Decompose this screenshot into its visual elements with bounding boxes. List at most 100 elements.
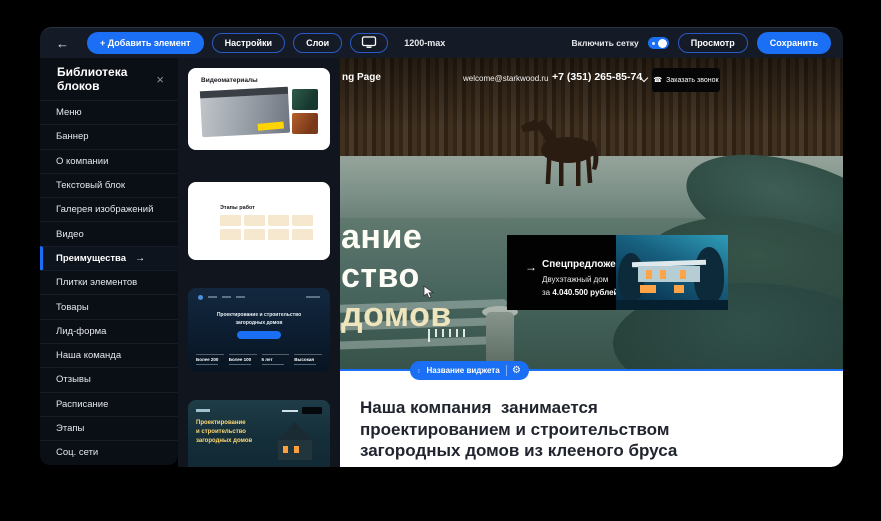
sidebar-item-video[interactable]: Видео <box>40 221 178 245</box>
stat-subtext <box>262 364 284 366</box>
house-photo <box>616 235 728 310</box>
stat-subtext <box>294 364 316 366</box>
special-offer-box: → Спецпредложение: Двухэтажный дом за 4.… <box>507 235 728 310</box>
stat-value: Более 200 <box>196 357 224 362</box>
device-viewport-button[interactable] <box>350 33 388 53</box>
gear-icon[interactable]: ⚙ <box>512 366 521 376</box>
phone-icon: ☎ <box>653 76 662 84</box>
toggle-dot <box>652 42 655 45</box>
settings-button[interactable]: Настройки <box>212 33 285 53</box>
sidebar-item-label: Видео <box>56 229 84 240</box>
nav-item <box>222 296 231 298</box>
widget-name-label: Название виджета <box>426 366 499 375</box>
sidebar-item-label: Этапы <box>56 423 84 434</box>
grid-toggle[interactable] <box>648 37 669 49</box>
panel-title: Библиотека блоков <box>57 65 156 93</box>
offer-price-line: за 4.040.500 рублей! <box>542 288 621 297</box>
sidebar-item-textblock[interactable]: Текстовый блок <box>40 173 178 197</box>
sidebar-item-team[interactable]: Наша команда <box>40 343 178 367</box>
hero-heading-line: ание <box>341 218 422 257</box>
thumb-cta-button <box>237 331 281 339</box>
site-header: ng Page welcome@starkwood.ru +7 (351) 26… <box>340 66 843 94</box>
sidebar-item-reviews[interactable]: Отзывы <box>40 367 178 391</box>
back-icon[interactable]: ← <box>56 36 69 51</box>
grid-toggle-label: Включить сетку <box>571 38 638 48</box>
stage-tile <box>292 229 313 240</box>
sidebar-item-social[interactable]: Соц. сети <box>40 440 178 464</box>
order-call-button[interactable]: ☎ Заказать звонок <box>652 68 720 92</box>
order-call-label: Заказать звонок <box>666 77 718 84</box>
sidebar-item-leadform[interactable]: Лид-форма <box>40 319 178 343</box>
sidebar-item-label: Лид-форма <box>56 326 106 337</box>
close-icon[interactable]: × <box>156 72 164 87</box>
sidebar-item-menu[interactable]: Меню <box>40 100 178 124</box>
stage-tile <box>244 215 265 226</box>
thumb-title: Видеоматериалы <box>201 77 258 84</box>
video-accent <box>258 122 285 131</box>
stat-value: Более 100 <box>229 357 257 362</box>
hero-image-section: ng Page welcome@starkwood.ru +7 (351) 26… <box>340 58 843 371</box>
house-illustration <box>266 422 324 462</box>
save-button[interactable]: Сохранить <box>757 32 831 54</box>
thumb-title: и строительство <box>196 429 246 435</box>
thumb-title: Проектирование <box>196 420 246 426</box>
stat-value: Высокая <box>294 357 322 362</box>
sidebar-item-tiles[interactable]: Плитки элементов <box>40 270 178 294</box>
sidebar-item-label: Преимущества <box>56 253 126 264</box>
drag-handle-icon[interactable] <box>418 366 420 376</box>
thumb-nav <box>198 295 320 299</box>
stage-tile <box>268 215 289 226</box>
block-thumb-hero-dark[interactable]: Проектирование и строительство загородны… <box>188 288 330 372</box>
block-thumb-hero-house[interactable]: Проектирование и строительство загородны… <box>188 400 330 467</box>
page-canvas: ng Page welcome@starkwood.ru +7 (351) 26… <box>340 58 843 467</box>
thumb-cta-button <box>302 407 322 414</box>
stage-tile <box>244 229 265 240</box>
intro-text-line: проектированием и строительством <box>360 420 669 440</box>
horse-illustration <box>512 113 612 188</box>
arrow-right-icon: → <box>135 253 145 264</box>
sidebar-item-banner[interactable]: Баннер <box>40 124 178 148</box>
sidebar-item-advantages[interactable]: Преимущества → <box>40 246 178 270</box>
preview-button[interactable]: Просмотр <box>678 33 748 53</box>
add-element-button[interactable]: + Добавить элемент <box>87 32 204 54</box>
text-block-section: Наша компания занимается проектированием… <box>340 371 843 467</box>
thumb-logo <box>196 409 210 412</box>
sidebar-item-gallery[interactable]: Галерея изображений <box>40 197 178 221</box>
tick-marks-decor <box>428 329 465 342</box>
sidebar-item-label: Галерея изображений <box>56 204 153 215</box>
layers-button[interactable]: Слои <box>293 33 342 53</box>
nav-item <box>236 296 245 298</box>
block-thumbnails-panel: Видеоматериалы #1 Название блока Этапы р… <box>178 58 340 467</box>
intro-text-line: загородных домов из клееного бруса <box>360 441 677 461</box>
block-thumb-video[interactable]: Видеоматериалы <box>188 68 330 150</box>
sidebar-item-label: Меню <box>56 107 82 118</box>
stage-tile <box>220 215 241 226</box>
stat-value: 5 лет <box>262 357 290 362</box>
thumb-title: загородных домов <box>196 438 252 444</box>
sidebar-item-label: Товары <box>56 302 89 313</box>
sidebar-item-schedule[interactable]: Расписание <box>40 392 178 416</box>
top-toolbar: ← + Добавить элемент Настройки Слои 1200… <box>40 27 843 58</box>
sidebar-item-stages[interactable]: Этапы <box>40 416 178 440</box>
block-thumb-stages[interactable]: Этапы работ <box>188 182 330 260</box>
widget-name-pill[interactable]: Название виджета ⚙ <box>410 361 529 380</box>
nav-phone <box>306 296 320 298</box>
stat-subtext <box>196 364 218 366</box>
sidebar-item-label: Текстовый блок <box>56 180 125 191</box>
monitor-icon <box>361 36 377 51</box>
toggle-knob <box>658 39 667 48</box>
stat-subtext <box>229 364 251 366</box>
sidebar-item-label: Наша команда <box>56 350 121 361</box>
video-preview-large <box>200 87 290 138</box>
offer-line: Двухэтажный дом <box>542 275 608 284</box>
sidebar-item-label: Баннер <box>56 131 89 142</box>
stage-tile <box>268 229 289 240</box>
block-library-panel: Библиотека блоков × Меню Баннер О компан… <box>40 58 178 465</box>
sidebar-item-label: Плитки элементов <box>56 277 137 288</box>
sidebar-item-products[interactable]: Товары <box>40 294 178 318</box>
nav-phone <box>282 410 298 412</box>
site-phone: +7 (351) 265-85-74 <box>552 71 642 83</box>
sidebar-item-about[interactable]: О компании <box>40 149 178 173</box>
thumb-title: Проектирование и строительство <box>188 312 330 318</box>
sidebar-item-label: О компании <box>56 156 108 167</box>
